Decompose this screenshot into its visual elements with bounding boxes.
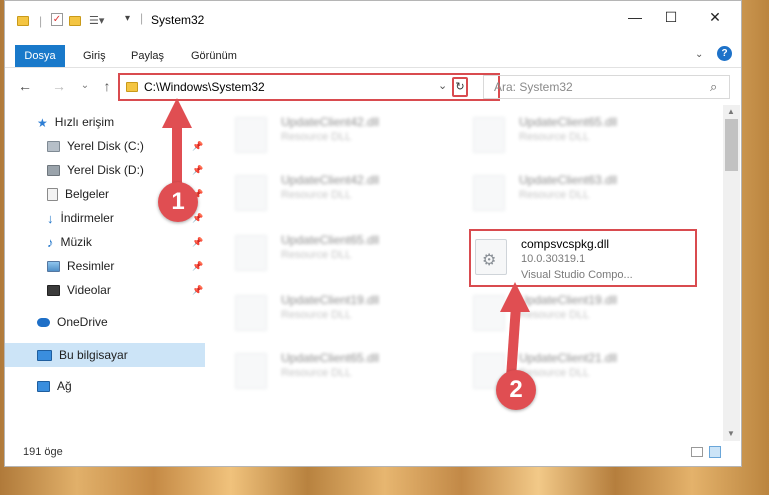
arrow-2-shaft: [506, 305, 521, 375]
arrow-1-head: [162, 98, 192, 128]
step-2-badge: 2: [496, 370, 536, 410]
annotation-arrows: [162, 98, 530, 375]
step-1-badge: 1: [158, 182, 198, 222]
arrow-1-shaft: [172, 122, 182, 188]
arrow-2-head: [500, 282, 530, 312]
